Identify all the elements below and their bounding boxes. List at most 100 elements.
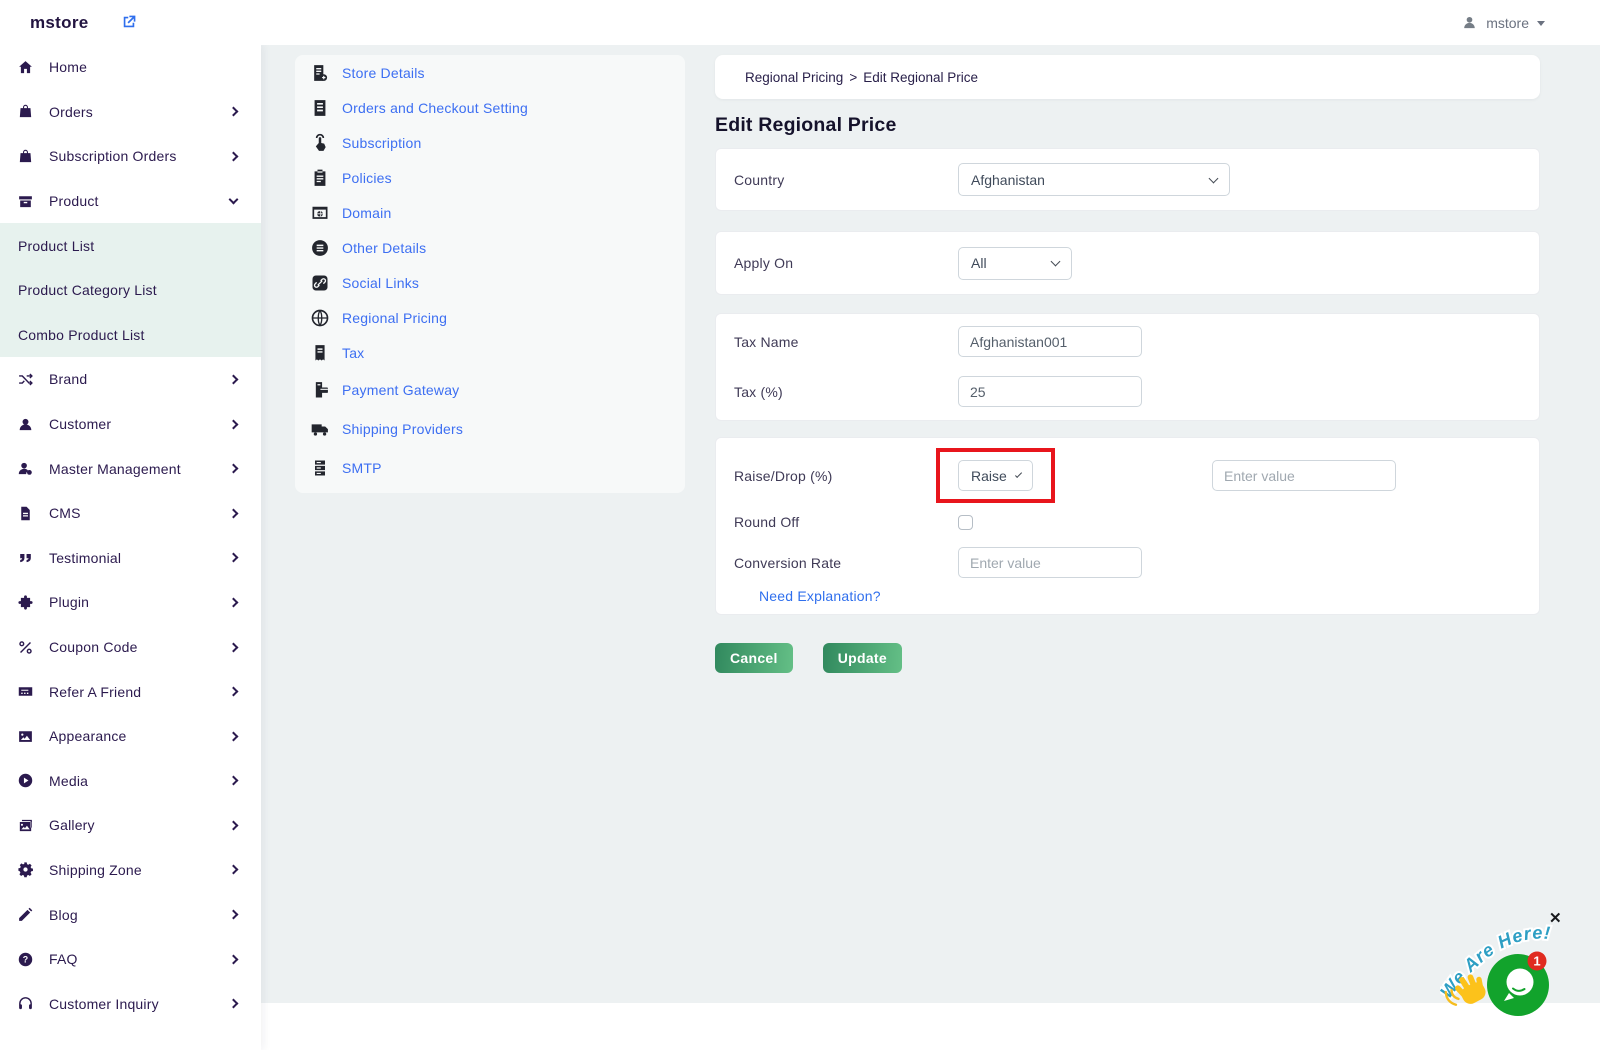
settings-item-shipping-providers[interactable]: Shipping Providers	[295, 409, 685, 448]
country-select-value: Afghanistan	[971, 172, 1045, 188]
breadcrumb-current: Edit Regional Price	[863, 70, 978, 85]
settings-item-payment-gateway[interactable]: Payment Gateway	[295, 370, 685, 409]
sidebar-subitem-combo-product-list[interactable]: Combo Product List	[0, 313, 261, 358]
chevron-right-icon	[229, 865, 239, 875]
person-icon	[17, 416, 34, 433]
app-logo: mstore	[30, 0, 89, 45]
external-link-icon[interactable]	[120, 13, 138, 31]
circle-list-icon	[310, 238, 330, 258]
sidebar-item-media[interactable]: Media	[0, 759, 261, 804]
caret-down-icon	[1537, 21, 1545, 26]
sidebar-item-home[interactable]: Home	[0, 45, 261, 90]
sidebar-item-plugin[interactable]: Plugin	[0, 580, 261, 625]
settings-item-policies[interactable]: Policies	[295, 160, 685, 195]
sidebar-subitem-product-category-list[interactable]: Product Category List	[0, 268, 261, 313]
percent-icon	[17, 639, 34, 656]
svg-text:?: ?	[23, 954, 29, 964]
form-actions: Cancel Update	[715, 643, 1540, 673]
sidebar-item-product[interactable]: Product	[0, 179, 261, 224]
gallery-icon	[17, 817, 34, 834]
settings-item-other-details[interactable]: Other Details	[295, 230, 685, 265]
home-icon	[17, 59, 34, 76]
sidebar-item-testimonial[interactable]: Testimonial	[0, 536, 261, 581]
settings-item-subscription[interactable]: Subscription	[295, 125, 685, 160]
chevron-right-icon	[229, 464, 239, 474]
sidebar-item-coupon-code[interactable]: Coupon Code	[0, 625, 261, 670]
chevron-right-icon	[229, 553, 239, 563]
chat-widget[interactable]: We Are Here! 1	[1440, 895, 1600, 1050]
raise-drop-value-input[interactable]	[1212, 460, 1396, 491]
card-icon	[17, 683, 34, 700]
play-icon	[17, 772, 34, 789]
sidebar-submenu-product: Product ListProduct Category ListCombo P…	[0, 223, 261, 357]
chat-close-icon[interactable]: ✕	[1549, 911, 1562, 926]
store-icon	[310, 63, 330, 83]
round-off-checkbox[interactable]	[958, 515, 973, 530]
sidebar-item-gallery[interactable]: Gallery	[0, 803, 261, 848]
cancel-button[interactable]: Cancel	[715, 643, 793, 673]
tax-name-label: Tax Name	[734, 334, 958, 350]
server-icon	[310, 458, 330, 478]
chevron-right-icon	[229, 776, 239, 786]
sidebar-item-refer-a-friend[interactable]: Refer A Friend	[0, 669, 261, 714]
apply-on-select-value: All	[971, 255, 987, 271]
clipboard-icon	[310, 168, 330, 188]
chevron-right-icon	[229, 508, 239, 518]
person-gear-icon	[17, 460, 34, 477]
update-button[interactable]: Update	[823, 643, 902, 673]
truck-icon	[310, 419, 330, 439]
file-icon	[17, 505, 34, 522]
chat-bubble-button: 1	[1487, 952, 1549, 1017]
sidebar-item-blog[interactable]: Blog	[0, 892, 261, 937]
sidebar-item-cms[interactable]: CMS	[0, 491, 261, 536]
settings-item-social-links[interactable]: Social Links	[295, 265, 685, 300]
sidebar-subitem-product-list[interactable]: Product List	[0, 223, 261, 268]
settings-item-tax[interactable]: Tax	[295, 335, 685, 370]
settings-item-store-details[interactable]: Store Details	[295, 55, 685, 90]
need-explanation-link[interactable]: Need Explanation?	[759, 588, 881, 604]
tax-name-input[interactable]	[958, 326, 1142, 357]
chevron-right-icon	[229, 107, 239, 117]
chevron-right-icon	[229, 642, 239, 652]
raise-drop-select[interactable]: Raise	[958, 460, 1033, 491]
apply-on-label: Apply On	[734, 255, 958, 271]
settings-item-domain[interactable]: Domain	[295, 195, 685, 230]
conversion-rate-input[interactable]	[958, 547, 1142, 578]
apply-on-card: Apply On All	[715, 231, 1540, 295]
apply-on-select[interactable]: All	[958, 247, 1072, 280]
conversion-rate-label: Conversion Rate	[734, 555, 958, 571]
chevron-down-icon	[1051, 257, 1061, 267]
sidebar-item-brand[interactable]: Brand	[0, 357, 261, 402]
app-root: mstore mstore HomeOrdersSubscription Ord…	[0, 0, 1600, 1050]
chat-badge: 1	[1533, 954, 1540, 969]
sidebar-item-customer-inquiry[interactable]: Customer Inquiry	[0, 981, 261, 1026]
sidebar-item-shipping-zone[interactable]: Shipping Zone	[0, 848, 261, 893]
tap-icon	[310, 133, 330, 153]
doc-icon	[310, 98, 330, 118]
settings-item-orders-and-checkout-setting[interactable]: Orders and Checkout Setting	[295, 90, 685, 125]
receipt-icon	[310, 343, 330, 363]
tax-percent-input[interactable]	[958, 376, 1142, 407]
sidebar-item-customer[interactable]: Customer	[0, 402, 261, 447]
breadcrumb: Regional Pricing > Edit Regional Price	[715, 55, 1540, 99]
sidebar-item-faq[interactable]: ?FAQ	[0, 937, 261, 982]
settings-item-regional-pricing[interactable]: Regional Pricing	[295, 300, 685, 335]
breadcrumb-separator: >	[849, 70, 857, 85]
sidebar-item-master-management[interactable]: Master Management	[0, 446, 261, 491]
user-menu[interactable]: mstore	[1461, 0, 1545, 45]
breadcrumb-parent[interactable]: Regional Pricing	[745, 70, 843, 85]
sidebar-item-subscription-orders[interactable]: Subscription Orders	[0, 134, 261, 179]
round-off-label: Round Off	[734, 514, 958, 530]
chevron-right-icon	[229, 999, 239, 1009]
user-icon	[1461, 14, 1478, 31]
link-icon	[310, 273, 330, 293]
sidebar-item-appearance[interactable]: Appearance	[0, 714, 261, 759]
quote-icon	[17, 549, 34, 566]
sidebar-item-orders[interactable]: Orders	[0, 90, 261, 135]
country-card: Country Afghanistan	[715, 148, 1540, 211]
country-select[interactable]: Afghanistan	[958, 163, 1230, 196]
chevron-down-icon	[1209, 173, 1219, 183]
chevron-right-icon	[229, 820, 239, 830]
settings-item-smtp[interactable]: SMTP	[295, 448, 685, 487]
country-label: Country	[734, 172, 958, 188]
